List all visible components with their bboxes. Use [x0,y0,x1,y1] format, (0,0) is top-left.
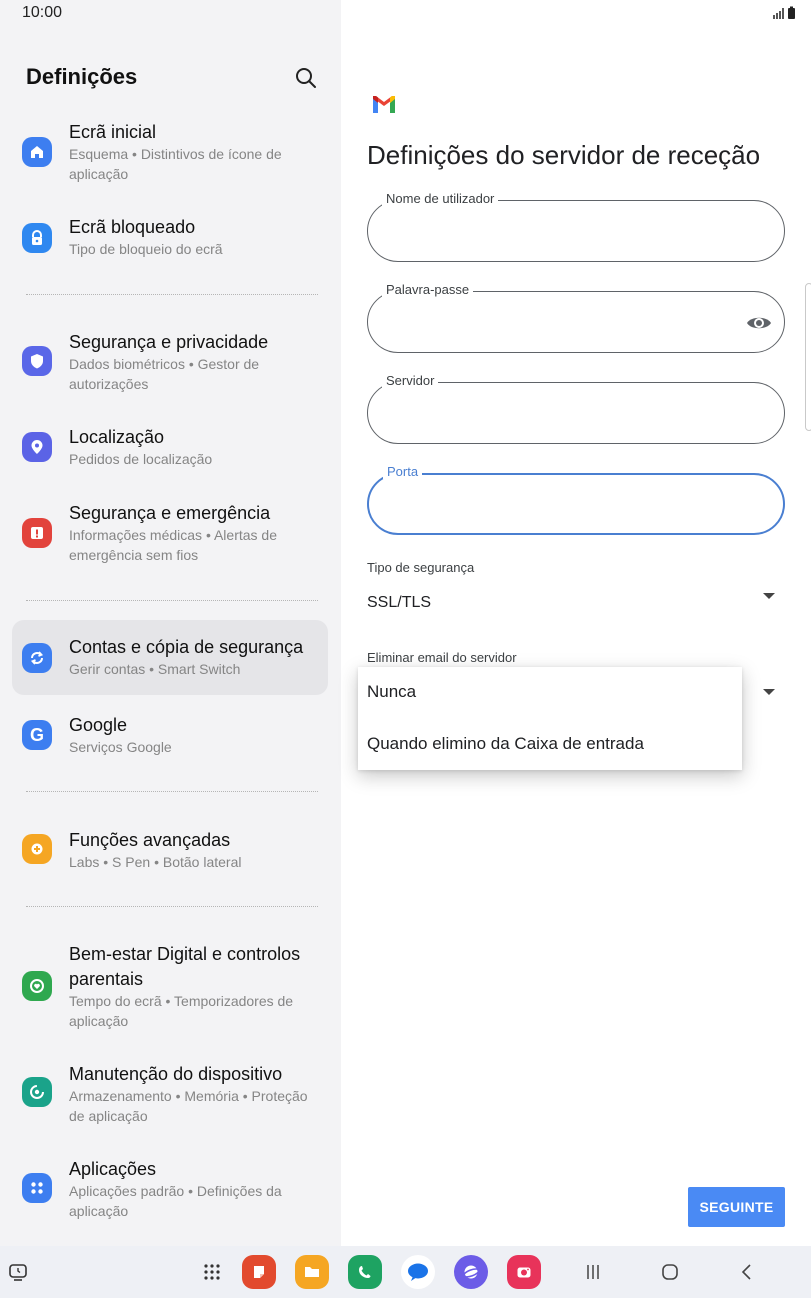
camera-app-icon[interactable] [506,1254,542,1290]
username-input[interactable] [386,217,734,245]
emergency-icon [22,518,52,548]
apps-icon [22,1173,52,1203]
settings-item-title: Funções avançadas [69,830,231,850]
settings-item-title: Ecrã inicial [69,122,157,142]
back-nav-icon[interactable] [729,1254,765,1290]
port-label: Porta [383,464,423,479]
notes-app-icon[interactable] [241,1254,277,1290]
taskbar [0,1246,811,1298]
password-input[interactable] [386,308,734,336]
settings-item-advanced-features[interactable]: Funções avançadas Labs • S Pen • Botão l… [12,823,328,879]
settings-item-subtitle: Aplicações padrão • Definições da aplica… [69,1183,282,1219]
files-app-icon[interactable] [294,1254,330,1290]
settings-item-subtitle: Dados biométricos • Gestor de autorizaçõ… [69,356,260,392]
search-icon[interactable] [294,66,318,90]
settings-title: Definições [26,64,138,89]
lock-icon [22,223,52,253]
port-field[interactable]: Porta [367,464,785,535]
settings-item-title: Ecrã bloqueado [69,217,196,237]
username-label: Nome de utilizador [382,191,499,206]
scroll-indicator[interactable] [805,283,811,431]
app-drawer-icon[interactable] [194,1254,230,1290]
sync-icon [22,643,52,673]
messages-app-icon[interactable] [400,1254,436,1290]
internet-app-icon[interactable] [453,1254,489,1290]
settings-item-subtitle: Serviços Google [69,739,172,755]
settings-item-apps[interactable]: Aplicações Aplicações padrão • Definiçõe… [12,1153,328,1225]
chevron-down-icon[interactable] [763,592,775,600]
settings-item-device-care[interactable]: Manutenção do dispositivo Armazenamento … [12,1058,328,1130]
form-title: Definições do servidor de receção [367,140,761,170]
password-label: Palavra-passe [382,282,474,297]
gmail-logo-icon [373,96,395,113]
settings-item-google[interactable]: G Google Serviços Google [12,708,328,764]
settings-item-title: Manutenção do dispositivo [69,1064,283,1084]
settings-item-lock-screen[interactable]: Ecrã bloqueado Tipo de bloqueio do ecrã [12,210,328,266]
settings-item-security-privacy[interactable]: Segurança e privacidade Dados biométrico… [12,326,328,398]
settings-item-title: Localização [69,427,165,447]
delete-email-dropdown: Nunca Quando elimino da Caixa de entrada [358,667,742,770]
settings-item-title: Aplicações [69,1159,157,1179]
password-field[interactable]: Palavra-passe [367,282,785,353]
settings-item-title: Google [69,715,128,735]
next-button[interactable]: SEGUINTE [688,1187,785,1227]
home-icon [22,137,52,167]
settings-item-subtitle: Gerir contas • Smart Switch [69,661,241,677]
google-icon: G [22,720,52,750]
status-time: 10:00 [22,4,63,21]
settings-item-title: Bem-estar Digital e controlos parentais [69,944,301,989]
settings-item-title: Segurança e emergência [69,503,271,523]
eye-icon[interactable] [746,311,772,335]
home-nav-icon[interactable] [652,1254,688,1290]
recent-screen-icon[interactable] [0,1254,36,1290]
recents-nav-icon[interactable] [575,1254,611,1290]
divider [26,791,318,792]
gear-plus-icon [22,834,52,864]
settings-item-subtitle: Tempo do ecrã • Temporizadores de aplica… [69,993,294,1029]
settings-item-title: Segurança e privacidade [69,332,269,352]
delete-email-label: Eliminar email do servidor [367,650,517,665]
settings-item-digital-wellbeing[interactable]: Bem-estar Digital e controlos parentais … [12,938,328,1034]
location-pin-icon [22,432,52,462]
settings-item-safety-emergency[interactable]: Segurança e emergência Informações médic… [12,497,328,569]
dropdown-option-never[interactable]: Nunca [358,667,742,717]
dropdown-option-when-deleted[interactable]: Quando elimino da Caixa de entrada [358,719,742,769]
security-type-value[interactable]: SSL/TLS [367,594,431,612]
settings-item-subtitle: Informações médicas • Alertas de emergên… [69,527,277,563]
settings-item-subtitle: Pedidos de localização [69,451,213,467]
settings-item-subtitle: Labs • S Pen • Botão lateral [69,854,242,870]
wellbeing-icon [22,971,52,1001]
username-field[interactable]: Nome de utilizador [367,191,785,262]
phone-app-icon[interactable] [347,1254,383,1290]
settings-item-location[interactable]: Localização Pedidos de localização [12,420,328,476]
divider [26,600,318,601]
care-icon [22,1077,52,1107]
divider [26,294,318,295]
server-label: Servidor [382,373,439,388]
settings-item-title: Contas e cópia de segurança [69,637,304,657]
chevron-down-icon[interactable] [763,688,775,696]
signal-battery-icon [773,6,795,19]
divider [26,906,318,907]
server-input[interactable] [386,399,734,427]
security-type-label: Tipo de segurança [367,560,475,575]
server-field[interactable]: Servidor [367,373,785,444]
settings-item-home-screen[interactable]: Ecrã inicial Esquema • Distintivos de íc… [12,116,328,188]
port-input[interactable] [387,491,733,519]
settings-item-accounts-backup[interactable]: Contas e cópia de segurança Gerir contas… [12,620,328,695]
settings-item-subtitle: Armazenamento • Memória • Proteção de ap… [69,1088,308,1124]
shield-icon [22,346,52,376]
settings-item-subtitle: Esquema • Distintivos de ícone de aplica… [69,146,282,182]
settings-item-subtitle: Tipo de bloqueio do ecrã [69,241,223,257]
settings-panel: 10:00 Definições Ecrã inicial Esquema • … [0,0,341,1246]
